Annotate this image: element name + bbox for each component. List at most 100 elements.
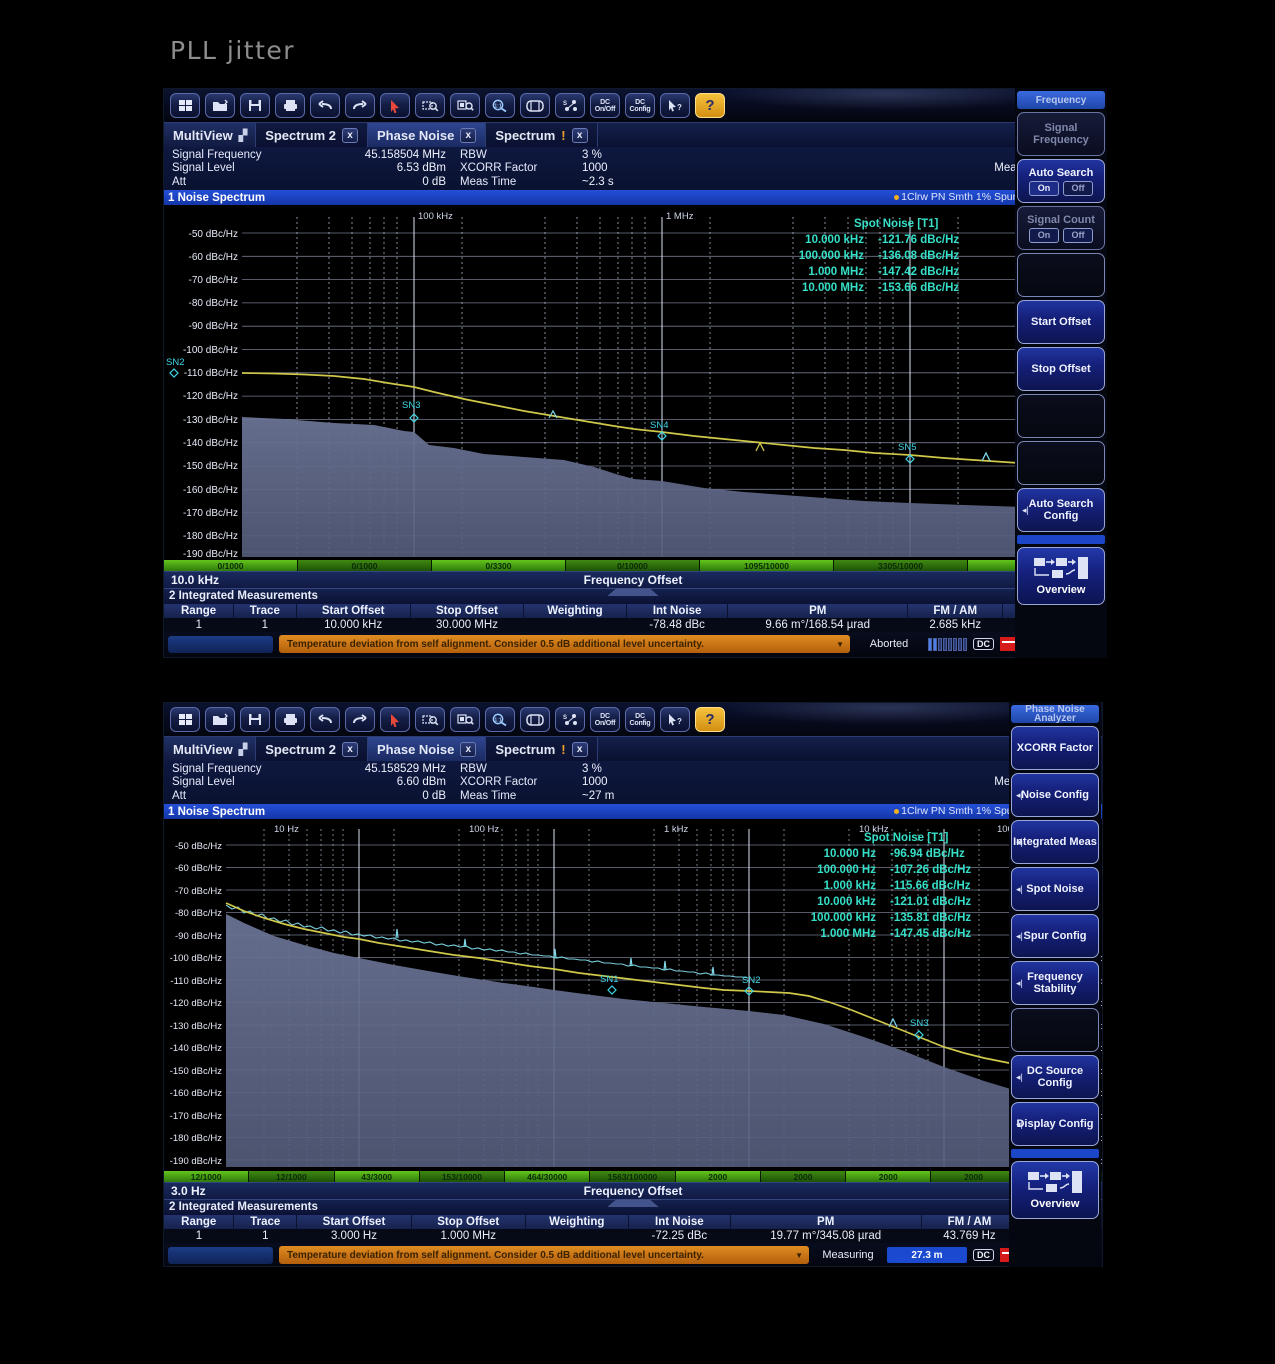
svg-text:-160 dBc/Hz: -160 dBc/Hz [170, 1088, 223, 1099]
chevron-down-icon[interactable]: ▼ [795, 1251, 803, 1260]
tab-label: Spectrum [495, 127, 556, 143]
tab-phase-noise[interactable]: Phase Noise x [368, 123, 486, 147]
softkey-spot-noise[interactable]: Spot Noise [1011, 867, 1099, 911]
redo-arrow-icon[interactable] [345, 707, 375, 732]
softkey-auto-search[interactable]: Auto Search On Off [1017, 159, 1105, 203]
display-area-icon[interactable] [520, 93, 550, 118]
softkey-signal-frequency[interactable]: Signal Frequency [1017, 112, 1105, 156]
tab-spectrum-2[interactable]: Spectrum 2 x [255, 123, 368, 147]
softkey-empty-1[interactable] [1017, 253, 1105, 297]
zoom-one-to-one-icon[interactable]: 1:1 [485, 93, 515, 118]
chevron-down-icon[interactable]: ▼ [836, 640, 844, 649]
softkey-dc-source-config[interactable]: DC Source Config [1011, 1055, 1099, 1099]
zoom-select-icon[interactable] [415, 93, 445, 118]
toggle-off[interactable]: Off [1062, 181, 1093, 196]
undo-arrow-icon[interactable] [310, 93, 340, 118]
table-row[interactable]: 1 1 10.000 kHz 30.000 MHz -78.48 dBc 9.6… [164, 618, 1102, 633]
dc-indicator: DC [973, 638, 994, 651]
zoom-multi-icon[interactable] [450, 707, 480, 732]
att-label: Att [172, 175, 187, 188]
softkey-display-config[interactable]: Display Config [1011, 1102, 1099, 1146]
softkey-empty-2[interactable] [1017, 394, 1105, 438]
select-cursor-icon[interactable] [380, 707, 410, 732]
sequencer-icon[interactable]: S [555, 93, 585, 118]
col-header: Start Offset [296, 1215, 412, 1230]
col-header: Start Offset [296, 604, 411, 619]
select-cursor-icon[interactable] [380, 93, 410, 118]
x-axis-label: Frequency Offset [583, 573, 683, 588]
tab-spectrum[interactable]: Spectrum ! x [485, 737, 598, 761]
status-message[interactable]: Temperature deviation from self alignmen… [279, 1246, 809, 1265]
tab-multiview[interactable]: MultiView ▞ [164, 123, 256, 147]
close-icon[interactable]: x [342, 741, 358, 757]
dc-config-icon[interactable]: DC Config [625, 707, 655, 732]
tab-phase-noise[interactable]: Phase Noise x [368, 737, 486, 761]
tab-spectrum[interactable]: Spectrum ! x [485, 123, 598, 147]
signal-frequency-label: Signal Frequency [172, 149, 262, 161]
redo-arrow-icon[interactable] [345, 93, 375, 118]
dc-on-off-icon[interactable]: DC On/Off [590, 707, 620, 732]
softkey-integrated-meas[interactable]: Integrated Meas [1011, 820, 1099, 864]
open-file-icon[interactable] [205, 707, 235, 732]
close-icon[interactable]: x [342, 127, 358, 143]
softkey-empty-3[interactable] [1017, 441, 1105, 485]
zoom-select-icon[interactable] [415, 707, 445, 732]
tab-label: Phase Noise [377, 741, 455, 757]
zoom-one-to-one-icon[interactable]: 1:1 [485, 707, 515, 732]
print-icon[interactable] [275, 93, 305, 118]
svg-text:-190 dBc/Hz: -190 dBc/Hz [170, 1156, 223, 1167]
save-icon[interactable] [240, 707, 270, 732]
dc-on-off-icon[interactable]: DC On/Off [590, 93, 620, 118]
toggle-on[interactable]: On [1028, 228, 1059, 243]
undo-arrow-icon[interactable] [310, 707, 340, 732]
toggle-off[interactable]: Off [1062, 228, 1093, 243]
softkey-noise-config[interactable]: Noise Config [1011, 773, 1099, 817]
softkey-auto-search-config[interactable]: Auto Search Config [1017, 488, 1105, 532]
svg-text:-100 dBc/Hz: -100 dBc/Hz [170, 953, 223, 964]
table-row[interactable]: 1 1 3.000 Hz 1.000 MHz -72.25 dBc 19.77 … [164, 1229, 1102, 1244]
close-icon[interactable]: x [571, 127, 588, 143]
plot-area-1[interactable]: -50 dBc/Hz -60 dBc/Hz -70 dBc/Hz -80 dBc/H… [164, 205, 1102, 561]
plot-area-2[interactable]: -50 dBc/Hz -60 dBc/Hz -70 dBc/Hz -80 dBc/H… [164, 819, 1102, 1172]
cell: 1 [164, 618, 234, 633]
softkey-spur-config[interactable]: Spur Config [1011, 914, 1099, 958]
windows-icon[interactable] [170, 93, 200, 118]
close-icon[interactable]: x [571, 741, 588, 757]
cursor-help-icon[interactable]: ? [660, 93, 690, 118]
open-file-icon[interactable] [205, 93, 235, 118]
tab-multiview[interactable]: MultiView ▞ [164, 737, 256, 761]
dc-config-icon[interactable]: DC Config [625, 93, 655, 118]
help-icon[interactable]: ? [695, 93, 725, 118]
softkey-signal-count[interactable]: Signal Count On Off [1017, 206, 1105, 250]
close-icon[interactable]: x [460, 127, 477, 143]
status-message-text: Temperature deviation from self alignmen… [287, 638, 704, 650]
cursor-help-icon[interactable]: ? [660, 707, 690, 732]
resize-handle[interactable] [607, 588, 659, 597]
toggle-on[interactable]: On [1028, 181, 1059, 196]
softkey-overview[interactable]: Overview [1011, 1161, 1099, 1219]
resize-handle[interactable] [607, 1199, 659, 1208]
windows-icon[interactable] [170, 707, 200, 732]
softkey-start-offset[interactable]: Start Offset [1017, 300, 1105, 344]
status-message[interactable]: Temperature deviation from self alignmen… [279, 635, 850, 654]
softkey-empty-1[interactable] [1011, 1008, 1099, 1052]
softkey-overview[interactable]: Overview [1017, 547, 1105, 605]
sequencer-icon[interactable]: S [555, 707, 585, 732]
zoom-multi-icon[interactable] [450, 93, 480, 118]
softkey-frequency-stability[interactable]: Frequency Stability [1011, 961, 1099, 1005]
display-area-icon[interactable] [520, 707, 550, 732]
svg-text:SN2: SN2 [166, 357, 184, 368]
cell: 30.000 MHz [410, 618, 524, 633]
help-icon[interactable]: ? [695, 707, 725, 732]
col-header: Stop Offset [410, 604, 525, 619]
signal-level-value: 6.60 dBm [396, 776, 446, 789]
close-icon[interactable]: x [460, 741, 477, 757]
svg-text:SN1: SN1 [600, 974, 618, 985]
print-icon[interactable] [275, 707, 305, 732]
softkey-stop-offset[interactable]: Stop Offset [1017, 347, 1105, 391]
softkey-panel-2: Phase Noise Analyzer XCORR Factor Noise … [1009, 702, 1101, 1267]
tab-spectrum-2[interactable]: Spectrum 2 x [255, 737, 368, 761]
svg-text:-135.81 dBc/Hz: -135.81 dBc/Hz [890, 912, 971, 924]
softkey-xcorr-factor[interactable]: XCORR Factor [1011, 726, 1099, 770]
save-icon[interactable] [240, 93, 270, 118]
